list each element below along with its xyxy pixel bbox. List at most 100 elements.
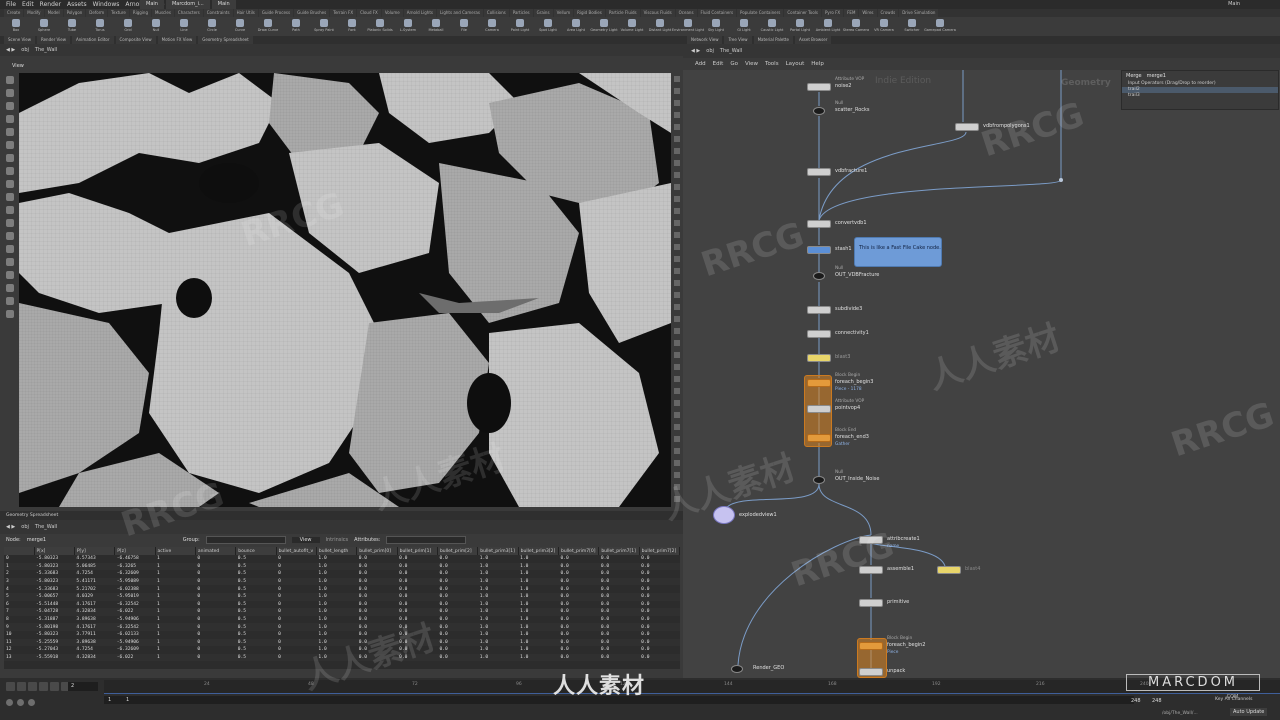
realtime-icon[interactable]: [28, 699, 35, 706]
shelf-tool[interactable]: GI Light: [732, 17, 756, 36]
display-option-icon[interactable]: [674, 292, 680, 298]
viewport-tab[interactable]: Geometry Spreadsheet: [198, 36, 253, 44]
display-option-icon[interactable]: [674, 208, 680, 214]
shelf-tab[interactable]: Volume: [381, 9, 403, 17]
shelf-tab[interactable]: Oceans: [675, 9, 697, 17]
shelf-tool[interactable]: Spot Light: [536, 17, 560, 36]
shelf-tab[interactable]: Wires: [859, 9, 877, 17]
auto-update-button[interactable]: Auto Update: [1230, 708, 1268, 716]
title-tab[interactable]: Main: [140, 0, 164, 9]
shelf-tool[interactable]: Font: [340, 17, 364, 36]
shelf-tab[interactable]: FEM: [844, 9, 859, 17]
shelf-tool[interactable]: Torus: [88, 17, 112, 36]
viewport-tab[interactable]: Motion FX View: [157, 36, 197, 44]
viewport-tool-icon[interactable]: [6, 180, 14, 188]
viewport-tool-icon[interactable]: [6, 128, 14, 136]
viewport-tool-icon[interactable]: [6, 76, 14, 84]
shelf-tab[interactable]: Guide Process: [258, 9, 294, 17]
shelf-tab[interactable]: Viscous Fluids: [640, 9, 675, 17]
shelf-tab[interactable]: Terrain FX: [330, 9, 357, 17]
menu-item-render[interactable]: Render: [40, 1, 61, 8]
menu-item-assets[interactable]: Assets: [67, 1, 87, 8]
desktop-label[interactable]: Main: [1228, 0, 1240, 9]
column-header[interactable]: bullet_prim3[2]: [518, 547, 559, 555]
spreadsheet-table[interactable]: P[x] P[y] P[z] active animated bounce bullet_a…: [4, 547, 680, 669]
viewport-tool-icon[interactable]: [6, 115, 14, 123]
display-option-icon[interactable]: [674, 244, 680, 250]
column-header[interactable]: bullet_prim[0]: [356, 547, 398, 555]
param-node-name[interactable]: merge1: [1147, 73, 1166, 79]
shelf-tab[interactable]: Container Tools: [784, 9, 822, 17]
view-dropdown[interactable]: View: [291, 537, 320, 543]
display-option-icon[interactable]: [674, 160, 680, 166]
display-option-icon[interactable]: [674, 124, 680, 130]
shelf-tool[interactable]: Portal Light: [788, 17, 812, 36]
display-option-icon[interactable]: [674, 148, 680, 154]
display-option-icon[interactable]: [674, 136, 680, 142]
column-header[interactable]: bullet_prim7[1]: [598, 547, 640, 555]
group-field[interactable]: [205, 536, 286, 544]
shelf-tool[interactable]: Distant Light: [648, 17, 672, 36]
shelf-tab[interactable]: Characters: [174, 9, 203, 17]
shelf-tab[interactable]: Texture: [108, 9, 129, 17]
column-header[interactable]: [4, 547, 35, 555]
shelf-tool[interactable]: Point Light: [508, 17, 532, 36]
display-option-icon[interactable]: [674, 280, 680, 286]
shelf-tab[interactable]: Modify: [24, 9, 44, 17]
shelf-tool[interactable]: Caustic Light: [760, 17, 784, 36]
viewport-tool-icon[interactable]: [6, 232, 14, 240]
next-frame-icon[interactable]: [50, 682, 59, 691]
keyframe-icon[interactable]: [17, 699, 24, 706]
viewport-tool-icon[interactable]: [6, 245, 14, 253]
shelf-tool[interactable]: Line: [172, 17, 196, 36]
network-menu-item[interactable]: Help: [811, 61, 824, 67]
shelf-tool[interactable]: Spray Paint: [312, 17, 336, 36]
shelf-tab[interactable]: Hair Utils: [233, 9, 258, 17]
shelf-tab[interactable]: Particles: [509, 9, 533, 17]
path-obj[interactable]: obj: [21, 524, 29, 530]
back-arrow-icon[interactable]: ◀ ▶: [6, 47, 15, 53]
viewport-tool-icon[interactable]: [6, 271, 14, 279]
shelf-tab[interactable]: Lights and Cameras: [436, 9, 483, 17]
column-header[interactable]: bullet_prim[1]: [397, 547, 438, 555]
shelf-tab[interactable]: Collisions: [483, 9, 509, 17]
nav-arrows-icon[interactable]: ◀ ▶: [691, 48, 700, 54]
stop-icon[interactable]: [28, 682, 37, 691]
range-start-2[interactable]: 1: [126, 697, 129, 703]
shelf-tab[interactable]: Muscles: [151, 9, 174, 17]
display-option-icon[interactable]: [674, 376, 680, 382]
shelf-tool[interactable]: Camera: [480, 17, 504, 36]
network-tab[interactable]: Material Palette: [753, 36, 793, 44]
viewport-tool-icon[interactable]: [6, 141, 14, 149]
shelf-tab[interactable]: Grains: [533, 9, 553, 17]
viewport-tool-icon[interactable]: [6, 219, 14, 227]
range-start[interactable]: 1: [108, 697, 111, 703]
shelf-tool[interactable]: Environment Light: [672, 17, 704, 36]
shelf-tab[interactable]: Polygon: [63, 9, 86, 17]
display-option-icon[interactable]: [674, 76, 680, 82]
viewport-tab[interactable]: Scene View: [4, 36, 35, 44]
shelf-tool[interactable]: Gamepad Camera: [924, 17, 956, 36]
viewport-tool-icon[interactable]: [6, 310, 14, 318]
network-menu-item[interactable]: Go: [730, 61, 738, 67]
shelf-tab[interactable]: Fluid Containers: [697, 9, 737, 17]
display-option-icon[interactable]: [674, 100, 680, 106]
viewport-tool-icon[interactable]: [6, 297, 14, 305]
network-menu-item[interactable]: View: [745, 61, 758, 67]
shelf-tool[interactable]: Geometry Light: [590, 17, 618, 36]
column-header[interactable]: animated: [195, 547, 237, 555]
shelf-tab[interactable]: Populate Containers: [737, 9, 784, 17]
menu-item-edit[interactable]: Edit: [22, 1, 34, 8]
display-option-icon[interactable]: [674, 220, 680, 226]
column-header[interactable]: bullet_length: [316, 547, 358, 555]
shelf-tool[interactable]: Stereo Camera: [843, 17, 869, 36]
display-option-icon[interactable]: [674, 112, 680, 118]
path-the-wall[interactable]: The_Wall: [720, 48, 742, 54]
display-option-icon[interactable]: [674, 352, 680, 358]
menu-item-file[interactable]: File: [6, 1, 16, 8]
viewport-tool-icon[interactable]: [6, 102, 14, 110]
network-tab[interactable]: Asset Browser: [794, 36, 832, 44]
shelf-tool[interactable]: Platonic Solids: [367, 17, 393, 36]
current-frame-field[interactable]: 2: [68, 682, 98, 691]
display-option-icon[interactable]: [674, 304, 680, 310]
